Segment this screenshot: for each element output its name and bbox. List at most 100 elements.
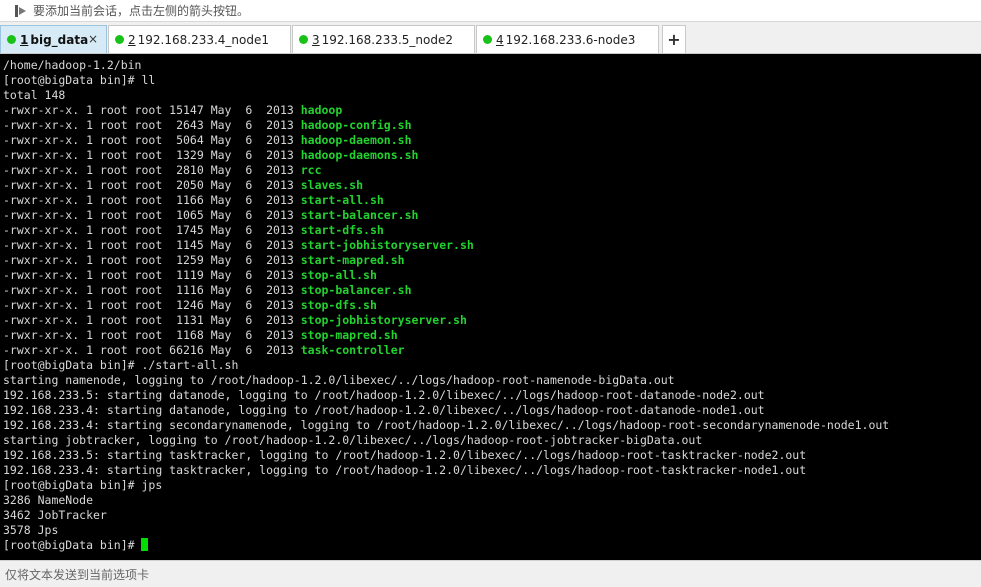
terminal-line-text: 3286 NameNode <box>3 493 94 507</box>
terminal-line: 192.168.233.5: starting datanode, loggin… <box>3 388 981 403</box>
terminal-line-text: -rwxr-xr-x. 1 root root 1745 May 6 2013 <box>3 223 301 237</box>
send-to-current-tab-label[interactable]: 仅将文本发送到当前选项卡 <box>5 566 149 583</box>
executable-filename: stop-dfs.sh <box>300 298 377 312</box>
terminal-line-text: -rwxr-xr-x. 1 root root 1131 May 6 2013 <box>3 313 301 327</box>
executable-filename: stop-jobhistoryserver.sh <box>300 313 467 327</box>
executable-filename: hadoop-daemon.sh <box>300 133 412 147</box>
terminal-line-text: 192.168.233.4: starting datanode, loggin… <box>3 403 765 417</box>
session-tab-bar: 1 big_data × 2 192.168.233.4_node1 3 192… <box>0 22 981 54</box>
tab-node3[interactable]: 4 192.168.233.6-node3 <box>476 25 659 53</box>
terminal-line-text: 3578 Jps <box>3 523 59 537</box>
terminal-line: -rwxr-xr-x. 1 root root 1166 May 6 2013 … <box>3 193 981 208</box>
executable-filename: stop-all.sh <box>300 268 377 282</box>
terminal-line: 3286 NameNode <box>3 493 981 508</box>
executable-filename: task-controller <box>300 343 405 357</box>
tab-label: big_data <box>30 32 89 47</box>
terminal-line: [root@bigData bin]# jps <box>3 478 981 493</box>
executable-filename: hadoop-daemons.sh <box>300 148 419 162</box>
terminal-line-text: -rwxr-xr-x. 1 root root 1329 May 6 2013 <box>3 148 301 162</box>
terminal-line-text: 3462 JobTracker <box>3 508 107 522</box>
executable-filename: hadoop <box>300 103 343 117</box>
terminal-line: -rwxr-xr-x. 1 root root 1168 May 6 2013 … <box>3 328 981 343</box>
terminal-line-text: -rwxr-xr-x. 1 root root 2810 May 6 2013 <box>3 163 301 177</box>
tab-label: 192.168.233.5_node2 <box>321 32 454 47</box>
executable-filename: start-balancer.sh <box>300 208 419 222</box>
terminal-line-text: starting namenode, logging to /root/hado… <box>3 373 675 387</box>
tab-node1[interactable]: 2 192.168.233.4_node1 <box>108 25 291 53</box>
terminal-line: -rwxr-xr-x. 1 root root 1119 May 6 2013 … <box>3 268 981 283</box>
connected-status-icon <box>7 35 16 44</box>
terminal-line: starting namenode, logging to /root/hado… <box>3 373 981 388</box>
terminal-line: -rwxr-xr-x. 1 root root 1329 May 6 2013 … <box>3 148 981 163</box>
terminal-line: 192.168.233.4: starting datanode, loggin… <box>3 403 981 418</box>
terminal-line: -rwxr-xr-x. 1 root root 1246 May 6 2013 … <box>3 298 981 313</box>
terminal-line: [root@bigData bin]# ll <box>3 73 981 88</box>
terminal-line: [root@bigData bin]# ./start-all.sh <box>3 358 981 373</box>
plus-icon: + <box>667 30 681 49</box>
terminal-line: -rwxr-xr-x. 1 root root 2643 May 6 2013 … <box>3 118 981 133</box>
add-tab-button[interactable]: + <box>662 25 686 53</box>
tab-number: 4 <box>496 32 504 47</box>
terminal-line-text: -rwxr-xr-x. 1 root root 1065 May 6 2013 <box>3 208 301 222</box>
terminal-line: -rwxr-xr-x. 1 root root 1259 May 6 2013 … <box>3 253 981 268</box>
terminal-line-text: 192.168.233.5: starting tasktracker, log… <box>3 448 807 462</box>
executable-filename: start-dfs.sh <box>300 223 384 237</box>
status-bar: 仅将文本发送到当前选项卡 <box>0 560 981 587</box>
terminal-line-text: -rwxr-xr-x. 1 root root 1116 May 6 2013 <box>3 283 301 297</box>
terminal-line: -rwxr-xr-x. 1 root root 66216 May 6 2013… <box>3 343 981 358</box>
close-icon[interactable]: × <box>88 32 98 46</box>
executable-filename: stop-balancer.sh <box>300 283 412 297</box>
executable-filename: hadoop-config.sh <box>300 118 412 132</box>
tab-number: 3 <box>312 32 320 47</box>
session-hint-text: 要添加当前会话，点击左侧的箭头按钮。 <box>33 4 250 18</box>
terminal-line: -rwxr-xr-x. 1 root root 1131 May 6 2013 … <box>3 313 981 328</box>
terminal-line: -rwxr-xr-x. 1 root root 1065 May 6 2013 … <box>3 208 981 223</box>
tab-number: 2 <box>128 32 136 47</box>
connected-status-icon <box>299 35 308 44</box>
terminal-line: -rwxr-xr-x. 1 root root 2050 May 6 2013 … <box>3 178 981 193</box>
terminal-line-text: -rwxr-xr-x. 1 root root 1168 May 6 2013 <box>3 328 301 342</box>
terminal-line: -rwxr-xr-x. 1 root root 1116 May 6 2013 … <box>3 283 981 298</box>
terminal-line: starting jobtracker, logging to /root/ha… <box>3 433 981 448</box>
terminal-line: total 148 <box>3 88 981 103</box>
terminal-output[interactable]: /home/hadoop-1.2/bin [root@bigData bin]# … <box>0 54 981 560</box>
terminal-line-text: -rwxr-xr-x. 1 root root 1145 May 6 2013 <box>3 238 301 252</box>
terminal-line: [root@bigData bin]# <box>3 538 981 553</box>
terminal-line-text: 192.168.233.4: starting tasktracker, log… <box>3 463 807 477</box>
connected-status-icon <box>483 35 492 44</box>
connected-status-icon <box>115 35 124 44</box>
terminal-line: 192.168.233.4: starting secondarynamenod… <box>3 418 981 433</box>
terminal-cursor <box>141 538 149 551</box>
terminal-line: /home/hadoop-1.2/bin <box>3 58 981 73</box>
terminal-line-text: [root@bigData bin]# jps <box>3 478 163 492</box>
terminal-line-text: [root@bigData bin]# ll <box>3 73 156 87</box>
terminal-line: 192.168.233.5: starting tasktracker, log… <box>3 448 981 463</box>
terminal-line-text: [root@bigData bin]# <box>3 538 142 552</box>
terminal-line-text: 192.168.233.4: starting secondarynamenod… <box>3 418 890 432</box>
tab-node2[interactable]: 3 192.168.233.5_node2 <box>292 25 475 53</box>
tab-number: 1 <box>20 32 29 47</box>
terminal-line: -rwxr-xr-x. 1 root root 2810 May 6 2013 … <box>3 163 981 178</box>
terminal-line-text: /home/hadoop-1.2/bin <box>3 58 142 72</box>
terminal-line-text: -rwxr-xr-x. 1 root root 5064 May 6 2013 <box>3 133 301 147</box>
terminal-line: -rwxr-xr-x. 1 root root 5064 May 6 2013 … <box>3 133 981 148</box>
terminal-line-text: 192.168.233.5: starting datanode, loggin… <box>3 388 765 402</box>
terminal-line: -rwxr-xr-x. 1 root root 15147 May 6 2013… <box>3 103 981 118</box>
terminal-line-text: [root@bigData bin]# ./start-all.sh <box>3 358 239 372</box>
executable-filename: start-mapred.sh <box>300 253 405 267</box>
terminal-line-text: -rwxr-xr-x. 1 root root 2643 May 6 2013 <box>3 118 301 132</box>
executable-filename: rcc <box>300 163 322 177</box>
terminal-line-text: -rwxr-xr-x. 1 root root 66216 May 6 2013 <box>3 343 301 357</box>
terminal-line: 192.168.233.4: starting tasktracker, log… <box>3 463 981 478</box>
terminal-line-text: -rwxr-xr-x. 1 root root 1246 May 6 2013 <box>3 298 301 312</box>
terminal-line: -rwxr-xr-x. 1 root root 1145 May 6 2013 … <box>3 238 981 253</box>
terminal-line-text: -rwxr-xr-x. 1 root root 1119 May 6 2013 <box>3 268 301 282</box>
tab-big-data[interactable]: 1 big_data × <box>0 25 107 53</box>
arrow-pointer-icon[interactable] <box>14 4 28 18</box>
tab-label: 192.168.233.4_node1 <box>137 32 270 47</box>
executable-filename: slaves.sh <box>300 178 364 192</box>
terminal-line: 3462 JobTracker <box>3 508 981 523</box>
executable-filename: stop-mapred.sh <box>300 328 398 342</box>
terminal-line-text: total 148 <box>3 88 66 102</box>
executable-filename: start-jobhistoryserver.sh <box>300 238 474 252</box>
